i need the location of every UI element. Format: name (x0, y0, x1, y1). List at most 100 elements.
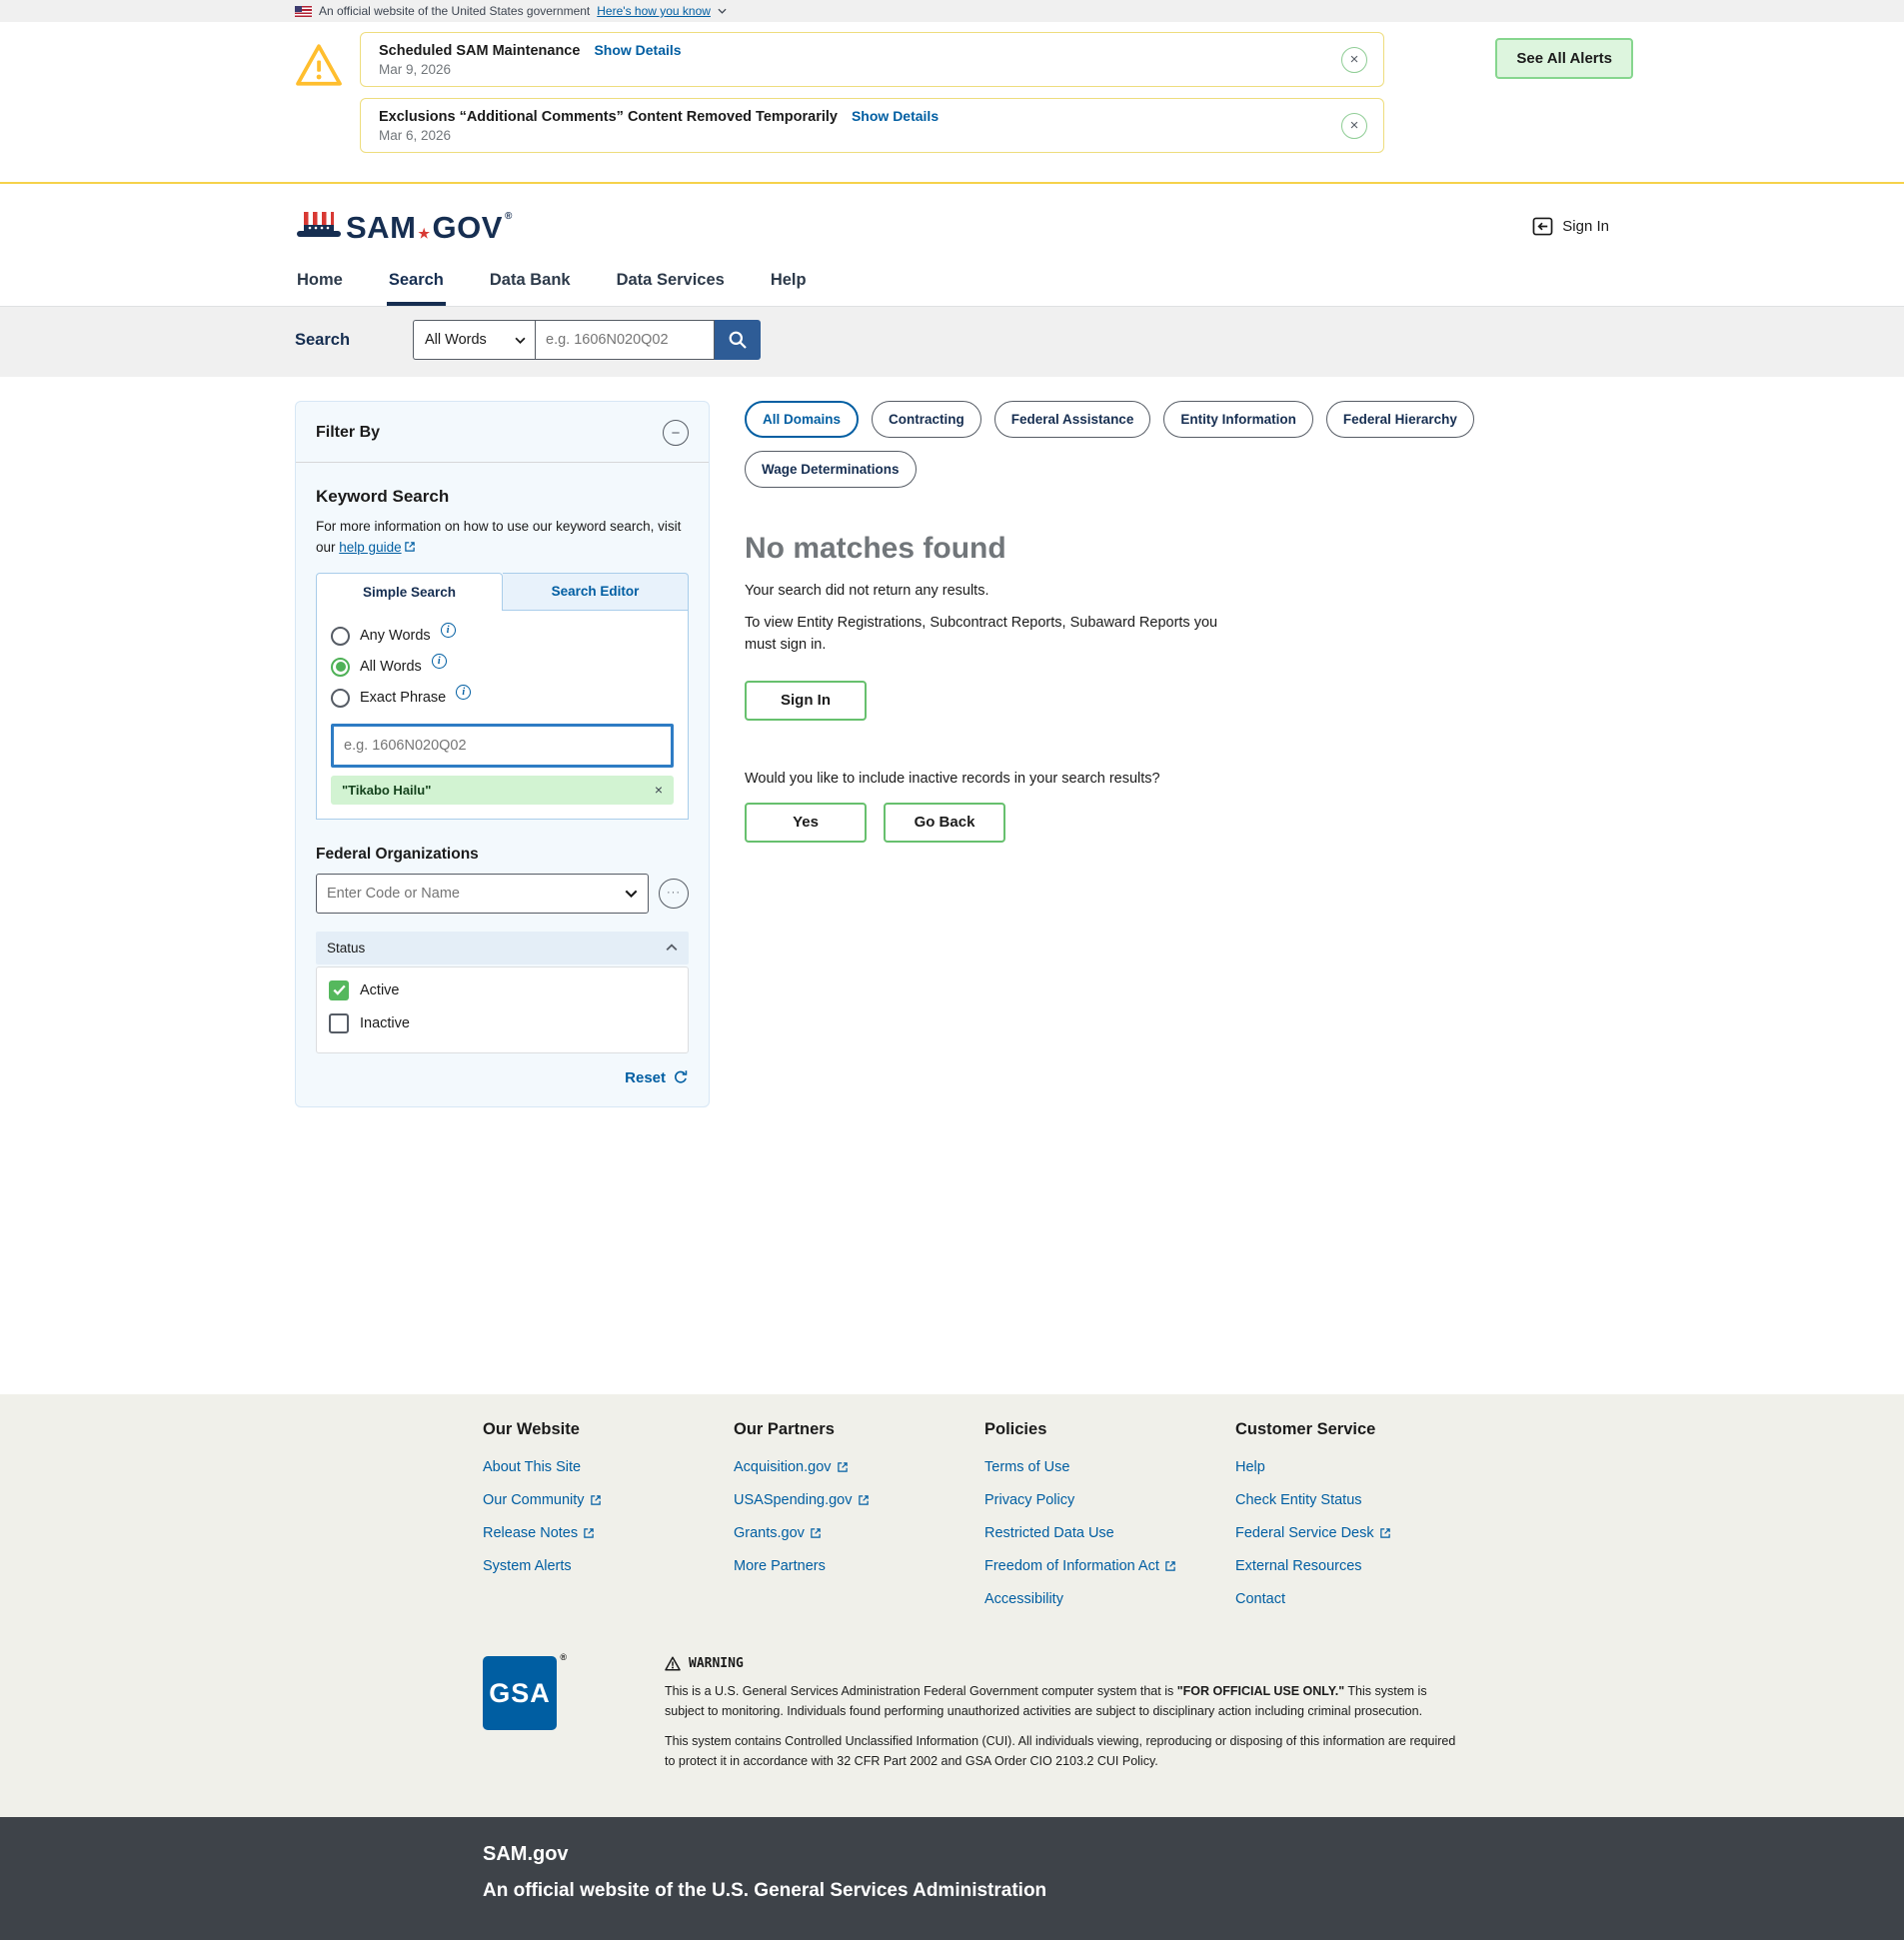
how-you-know-link[interactable]: Here's how you know (597, 4, 711, 18)
show-details-link[interactable]: Show Details (852, 108, 939, 124)
search-icon (728, 330, 748, 350)
sign-in-link[interactable]: Sign In (1532, 217, 1609, 236)
radio-all-words-label: All Words (360, 659, 422, 675)
status-inactive-label: Inactive (360, 1015, 410, 1031)
check-icon (333, 984, 346, 995)
status-active-row[interactable]: Active (329, 980, 676, 1000)
footer-link-privacy-policy[interactable]: Privacy Policy (984, 1492, 1235, 1508)
radio-all-words[interactable] (331, 658, 350, 677)
filter-by-title: Filter By (316, 424, 380, 442)
status-inactive-row[interactable]: Inactive (329, 1013, 676, 1033)
footer-col-our-partners: Our Partners Acquisition.gov USASpending… (734, 1420, 984, 1624)
see-all-alerts-button[interactable]: See All Alerts (1495, 38, 1633, 79)
reset-refresh-icon[interactable] (673, 1069, 689, 1085)
keyword-search-tabs: Simple Search Search Editor (316, 573, 689, 611)
alert-exclusions: Exclusions “Additional Comments” Content… (360, 98, 1384, 153)
more-options-icon[interactable]: ··· (659, 879, 689, 909)
search-input[interactable] (535, 320, 715, 360)
nav-data-services[interactable]: Data Services (615, 261, 727, 306)
sign-in-button[interactable]: Sign In (745, 681, 867, 721)
gov-banner-text: An official website of the United States… (319, 4, 590, 18)
simple-search-content: Any Words i All Words i Exact Phrase i "… (316, 611, 689, 820)
alert-date: Mar 6, 2026 (379, 128, 1319, 143)
footer-link-accessibility[interactable]: Accessibility (984, 1591, 1235, 1607)
yes-button[interactable]: Yes (745, 803, 867, 843)
registered-mark: ® (505, 212, 513, 222)
footer-link-contact[interactable]: Contact (1235, 1591, 1486, 1607)
search-label: Search (295, 331, 413, 350)
footer-official-text: An official website of the U.S. General … (483, 1880, 1904, 1902)
remove-chip-icon[interactable]: × (655, 783, 663, 797)
chevron-down-icon (515, 337, 526, 344)
footer-link-external-resources[interactable]: External Resources (1235, 1558, 1486, 1574)
nav-home[interactable]: Home (295, 261, 345, 306)
search-strip: Search All Words (0, 307, 1904, 377)
chevron-down-icon (625, 890, 638, 898)
warning-paragraph-1: This is a U.S. General Services Administ… (665, 1681, 1464, 1721)
gov-banner: An official website of the United States… (0, 0, 1904, 22)
close-icon[interactable]: × (1341, 47, 1367, 73)
nav-help[interactable]: Help (769, 261, 809, 306)
sign-in-icon (1532, 217, 1553, 236)
footer-link-restricted-data-use[interactable]: Restricted Data Use (984, 1525, 1235, 1541)
pill-entity-information[interactable]: Entity Information (1163, 401, 1313, 438)
domain-filter-pills: All Domains Contracting Federal Assistan… (745, 401, 1609, 488)
radio-any-words[interactable] (331, 627, 350, 646)
sam-gov-logo[interactable]: SAM★GOV® (295, 210, 513, 243)
info-icon[interactable]: i (432, 654, 447, 669)
pill-federal-assistance[interactable]: Federal Assistance (994, 401, 1151, 438)
footer-link-check-entity-status[interactable]: Check Entity Status (1235, 1492, 1486, 1508)
info-icon[interactable]: i (456, 685, 471, 700)
logo-text: SAM★GOV® (346, 212, 513, 243)
footer-brand: SAM.gov (483, 1843, 1904, 1866)
show-details-link[interactable]: Show Details (594, 42, 681, 58)
nav-data-bank[interactable]: Data Bank (488, 261, 573, 306)
chevron-up-icon (666, 944, 678, 952)
site-header: SAM★GOV® Sign In (0, 184, 1904, 261)
radio-exact-phrase-label: Exact Phrase (360, 690, 446, 706)
pill-all-domains[interactable]: All Domains (745, 401, 859, 438)
close-icon[interactable]: × (1341, 113, 1367, 139)
footer-link-usaspending-gov[interactable]: USASpending.gov (734, 1492, 984, 1508)
nav-search[interactable]: Search (387, 261, 446, 306)
keyword-input[interactable] (331, 724, 674, 768)
footer-link-terms-of-use[interactable]: Terms of Use (984, 1459, 1235, 1475)
status-active-label: Active (360, 982, 400, 998)
checkbox-inactive-unchecked[interactable] (329, 1013, 349, 1033)
pill-federal-hierarchy[interactable]: Federal Hierarchy (1326, 401, 1474, 438)
pill-contracting[interactable]: Contracting (872, 401, 981, 438)
tab-search-editor[interactable]: Search Editor (503, 573, 689, 611)
footer-link-release-notes[interactable]: Release Notes (483, 1525, 734, 1541)
help-guide-link[interactable]: help guide (339, 540, 401, 555)
footer-links: Our Website About This Site Our Communit… (483, 1420, 1904, 1624)
federal-organizations-input[interactable] (327, 886, 625, 902)
footer-link-foia[interactable]: Freedom of Information Act (984, 1558, 1235, 1574)
info-icon[interactable]: i (441, 623, 456, 638)
external-link-icon (1379, 1527, 1391, 1539)
footer-link-federal-service-desk[interactable]: Federal Service Desk (1235, 1525, 1486, 1541)
uncle-sam-hat-icon (295, 210, 343, 241)
footer-link-about-this-site[interactable]: About This Site (483, 1459, 734, 1475)
chevron-down-icon (718, 8, 727, 14)
search-results: All Domains Contracting Federal Assistan… (745, 401, 1609, 843)
footer-link-more-partners[interactable]: More Partners (734, 1558, 984, 1574)
footer-link-system-alerts[interactable]: System Alerts (483, 1558, 734, 1574)
pill-wage-determinations[interactable]: Wage Determinations (745, 451, 917, 488)
footer-link-our-community[interactable]: Our Community (483, 1492, 734, 1508)
radio-exact-phrase[interactable] (331, 689, 350, 708)
checkbox-active-checked[interactable] (329, 980, 349, 1000)
footer-link-grants-gov[interactable]: Grants.gov (734, 1525, 984, 1541)
status-section-toggle[interactable]: Status (316, 932, 689, 965)
federal-organizations-select[interactable] (316, 874, 649, 914)
footer-link-help[interactable]: Help (1235, 1459, 1486, 1475)
reset-filters-link[interactable]: Reset (625, 1069, 666, 1086)
search-button[interactable] (715, 320, 761, 360)
tab-simple-search[interactable]: Simple Search (316, 573, 503, 611)
go-back-button[interactable]: Go Back (884, 803, 1005, 843)
collapse-filter-icon[interactable]: − (663, 420, 689, 446)
search-mode-select[interactable]: All Words (413, 320, 535, 360)
sign-in-label: Sign In (1562, 218, 1609, 235)
footer-link-acquisition-gov[interactable]: Acquisition.gov (734, 1459, 984, 1475)
warning-triangle-icon (295, 42, 343, 93)
alert-list: Scheduled SAM Maintenance Show Details M… (360, 32, 1384, 164)
